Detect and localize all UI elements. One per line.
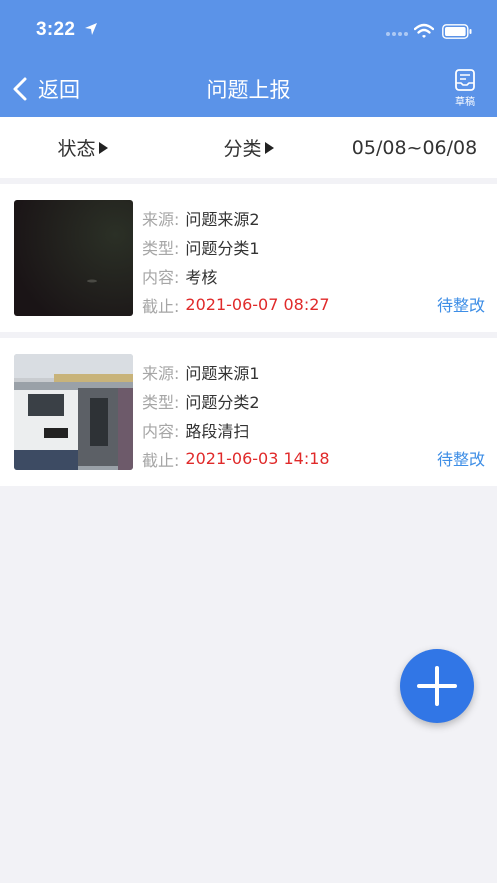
content-label: 内容: <box>142 421 180 441</box>
add-issue-button[interactable] <box>400 649 474 723</box>
triangle-right-icon <box>264 141 274 154</box>
category-filter[interactable]: 分类 <box>165 117 332 178</box>
plus-icon <box>417 666 457 706</box>
source-row: 来源: 问题来源1 <box>142 357 330 386</box>
filter-bar: 状态 分类 05/08~06/08 <box>0 117 497 178</box>
content-row: 内容: 考核 <box>142 261 330 290</box>
status-badge: 待整改 <box>436 450 485 469</box>
status-bar: 3:22 <box>0 0 497 60</box>
content-label: 内容: <box>142 267 180 287</box>
type-value: 问题分类2 <box>185 392 260 412</box>
issue-photo <box>14 354 133 470</box>
type-row: 类型: 问题分类2 <box>142 386 330 415</box>
source-value: 问题来源2 <box>185 209 260 229</box>
draft-box-icon <box>455 69 475 91</box>
content-row: 内容: 路段清扫 <box>142 415 330 444</box>
draft-label: 草稿 <box>455 97 475 108</box>
source-label: 来源: <box>142 209 180 229</box>
deadline-row: 截止: 2021-06-07 08:27 <box>142 290 330 319</box>
triangle-right-icon <box>98 141 108 154</box>
vehicle-photo-image <box>14 354 133 470</box>
type-value: 问题分类1 <box>185 238 260 258</box>
deadline-row: 截止: 2021-06-03 14:18 <box>142 444 330 473</box>
cellular-signal-icon <box>386 32 408 36</box>
deadline-value: 2021-06-03 14:18 <box>185 449 330 468</box>
page-title: 问题上报 <box>206 78 291 102</box>
location-arrow-icon <box>85 23 97 35</box>
issue-list: 来源: 问题来源2 类型: 问题分类1 内容: 考核 截止: 2021-06-07 08… <box>0 184 497 492</box>
battery-icon <box>442 24 472 39</box>
drafts-button[interactable]: 草稿 <box>448 68 482 112</box>
source-row: 来源: 问题来源2 <box>142 203 330 232</box>
type-row: 类型: 问题分类1 <box>142 232 330 261</box>
wifi-icon <box>414 23 434 38</box>
content-value: 考核 <box>185 267 218 287</box>
deadline-label: 截止: <box>142 296 180 316</box>
source-value: 问题来源1 <box>185 363 260 383</box>
date-range-filter[interactable]: 05/08~06/08 <box>332 117 497 178</box>
list-item[interactable]: 来源: 问题来源2 类型: 问题分类1 内容: 考核 截止: 2021-06-07 08… <box>0 184 497 332</box>
deadline-label: 截止: <box>142 450 180 470</box>
type-label: 类型: <box>142 392 180 412</box>
type-label: 类型: <box>142 238 180 258</box>
status-filter[interactable]: 状态 <box>0 117 165 178</box>
night-photo-image <box>14 200 133 316</box>
content-value: 路段清扫 <box>185 421 250 441</box>
category-filter-label: 分类 <box>223 138 262 160</box>
deadline-value: 2021-06-07 08:27 <box>185 295 330 314</box>
date-range-label: 05/08~06/08 <box>351 136 478 159</box>
list-item[interactable]: 来源: 问题来源1 类型: 问题分类2 内容: 路段清扫 截止: 2021-06-03 … <box>0 338 497 486</box>
navigation-bar: 返回 问题上报 草稿 <box>0 60 497 117</box>
status-badge: 待整改 <box>436 296 485 315</box>
status-time: 3:22 <box>36 19 76 40</box>
issue-photo <box>14 200 133 316</box>
source-label: 来源: <box>142 363 180 383</box>
status-filter-label: 状态 <box>57 138 96 160</box>
top-bar: 3:22 返回 问题上报 草稿 <box>0 0 497 117</box>
